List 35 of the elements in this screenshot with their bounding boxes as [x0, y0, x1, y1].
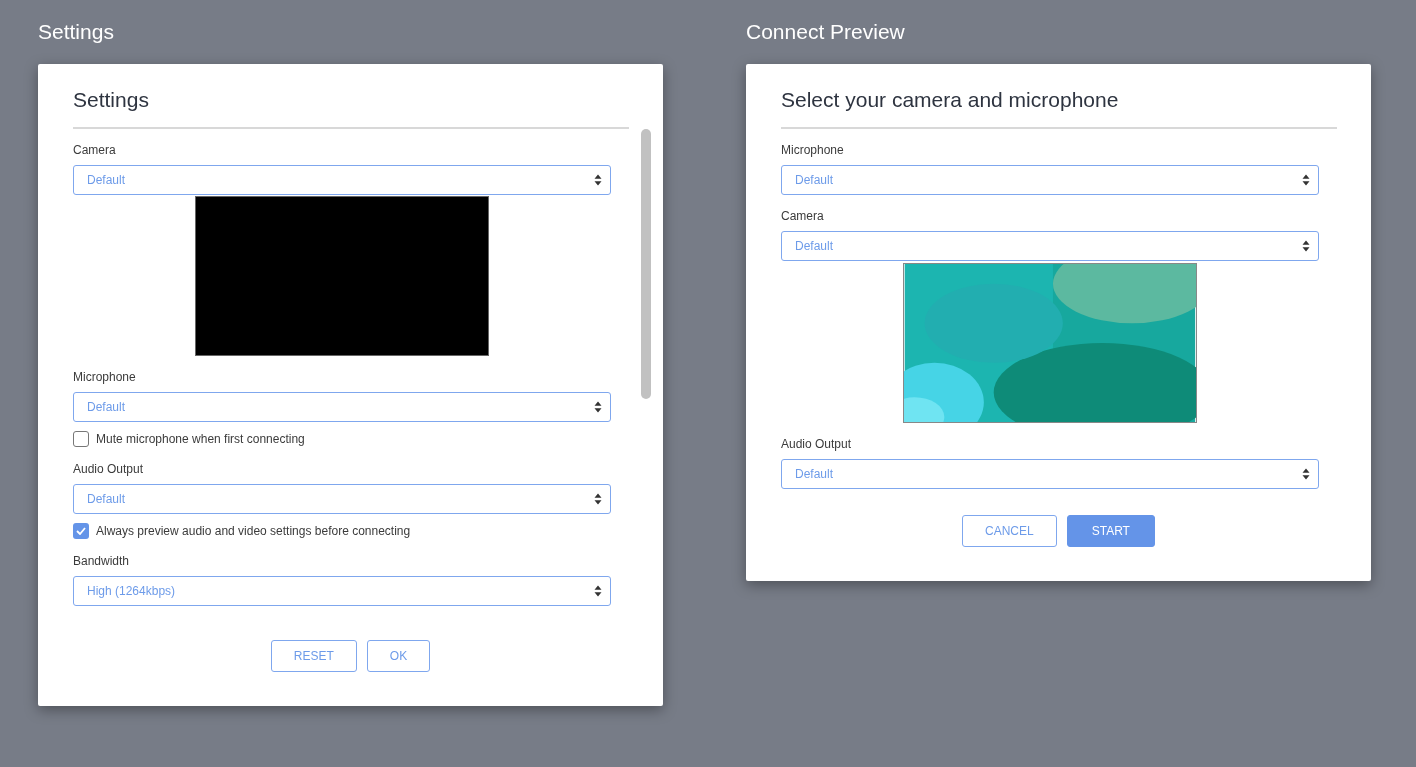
- dropdown-arrows-icon: [594, 493, 602, 505]
- dropdown-arrows-icon: [594, 174, 602, 186]
- field-label: Camera: [73, 142, 117, 159]
- field-label: Microphone: [73, 369, 137, 386]
- checkbox-label: Mute microphone when first connecting: [96, 431, 305, 448]
- dropdown[interactable]: Default: [73, 165, 611, 195]
- field-label: Microphone: [781, 142, 845, 159]
- dialog-button[interactable]: START: [1066, 515, 1155, 547]
- dialog-button[interactable]: CANCEL: [962, 515, 1057, 547]
- field-label: Bandwidth: [73, 553, 131, 570]
- dropdown-arrows-icon: [594, 401, 602, 413]
- section-heading: Connect Preview: [746, 20, 906, 44]
- dialog-title: Select your camera and microphone: [781, 88, 1120, 112]
- section-heading: Settings: [38, 20, 115, 44]
- dropdown[interactable]: High (1264kbps): [73, 576, 611, 606]
- dropdown[interactable]: Default: [73, 392, 611, 422]
- dropdown-arrows-icon: [1302, 174, 1310, 186]
- checkmark-icon: [76, 527, 86, 535]
- dialog-button[interactable]: OK: [366, 640, 431, 672]
- dropdown[interactable]: Default: [781, 165, 1319, 195]
- dropdown-arrows-icon: [594, 585, 602, 597]
- dropdown-arrows-icon: [1302, 240, 1310, 252]
- dropdown[interactable]: Default: [73, 484, 611, 514]
- dialog-title: Settings: [73, 88, 150, 112]
- dropdown[interactable]: Default: [781, 231, 1319, 261]
- field-label: Camera: [781, 208, 825, 225]
- dropdown[interactable]: Default: [781, 459, 1319, 489]
- field-label: Audio Output: [781, 436, 853, 453]
- scrollbar[interactable]: [641, 129, 651, 399]
- checkbox[interactable]: [73, 523, 89, 539]
- checkbox-label: Always preview audio and video settings before connecting: [96, 523, 411, 540]
- checkbox[interactable]: [73, 431, 89, 447]
- dropdown-arrows-icon: [1302, 468, 1310, 480]
- field-label: Audio Output: [73, 461, 145, 478]
- dialog-button[interactable]: RESET: [270, 640, 357, 672]
